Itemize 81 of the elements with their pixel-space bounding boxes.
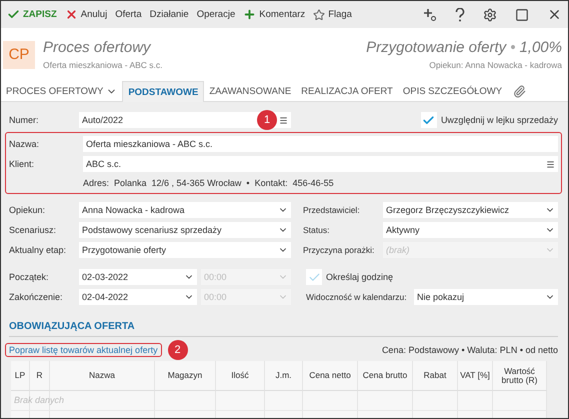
stage-percent: 1,00% bbox=[519, 39, 562, 56]
date-field[interactable]: 02-04-2022 bbox=[79, 289, 197, 305]
field-label: Przedstawiciel: bbox=[303, 205, 361, 215]
select-field[interactable]: Anna Nowacka - kadrowa bbox=[79, 202, 291, 218]
checkbox-label: Określaj godzinę bbox=[326, 272, 394, 282]
close-icon bbox=[64, 8, 78, 21]
column-header: Cena brutto bbox=[358, 361, 413, 391]
field-label: Opiekun: bbox=[9, 205, 46, 215]
field-label: Aktualny etap: bbox=[9, 245, 68, 255]
date-field[interactable]: 02-03-2022 bbox=[79, 269, 197, 285]
table-cell bbox=[155, 391, 216, 411]
help-icon[interactable] bbox=[455, 8, 465, 22]
address-text: Adres: Polanka 12/6 , 54-365 Wrocław • Kontakt: 456-46-55 bbox=[82, 177, 335, 190]
select-field[interactable]: Podstawowy scenariusz sprzedaży bbox=[79, 222, 291, 238]
stage-name: Przygotowanie oferty bbox=[366, 39, 506, 56]
page-title: Proces ofertowy bbox=[43, 39, 152, 56]
settings-icon[interactable] bbox=[483, 8, 497, 22]
toolbar-button[interactable]: Flaga bbox=[313, 8, 352, 20]
column-header: LP bbox=[11, 361, 30, 391]
table-cell bbox=[413, 391, 458, 411]
step-marker: 1 bbox=[257, 110, 277, 130]
maximize-icon[interactable] bbox=[515, 8, 529, 22]
toolbar-button[interactable]: Operacje bbox=[196, 9, 236, 20]
checkbox[interactable] bbox=[420, 112, 437, 128]
section-heading: OBOWIĄZUJĄCA OFERTA bbox=[9, 321, 558, 337]
star-icon bbox=[313, 8, 326, 20]
add-option-icon[interactable] bbox=[423, 8, 437, 22]
table-cell bbox=[303, 391, 358, 411]
step-marker: 2 bbox=[168, 340, 188, 360]
field-label: Klient: bbox=[9, 159, 36, 169]
close-icon[interactable] bbox=[547, 7, 562, 22]
check-icon bbox=[422, 114, 436, 126]
table-cell bbox=[265, 391, 303, 411]
table-cell bbox=[358, 391, 413, 411]
column-header: VAT [%] bbox=[458, 361, 493, 391]
name-field[interactable]: Oferta mieszkaniowa - ABC s.c. bbox=[83, 136, 558, 152]
number-field[interactable]: Auto/2022 1 bbox=[79, 112, 291, 128]
field-label: Status: bbox=[303, 225, 330, 235]
check-icon bbox=[308, 270, 320, 284]
checkbox-label: Uwzględnij w lejku sprzedaży bbox=[440, 115, 558, 125]
column-header: Magazyn bbox=[155, 361, 216, 391]
column-header: R bbox=[30, 361, 50, 391]
toolbar-button[interactable]: Oferta bbox=[115, 9, 142, 20]
field-label: Początek: bbox=[9, 272, 50, 282]
select-field[interactable]: Przygotowanie oferty bbox=[79, 242, 291, 258]
column-header: Ilość bbox=[216, 361, 265, 391]
toolbar-button[interactable]: ZAPISZ bbox=[7, 8, 57, 21]
toolbar-button[interactable]: Działanie bbox=[150, 9, 189, 20]
column-header: Cena netto bbox=[303, 361, 358, 391]
field-label: Przyczyna porażki: bbox=[303, 245, 376, 255]
client-field[interactable]: ABC s.c. bbox=[83, 156, 558, 172]
select-field[interactable]: Nie pokazuj bbox=[414, 289, 558, 305]
table-cell bbox=[493, 391, 547, 411]
field-label: Widoczność w kalendarzu: bbox=[306, 292, 408, 302]
tab[interactable]: PODSTAWOWE bbox=[122, 81, 204, 102]
separator-dot: • bbox=[510, 39, 516, 56]
table-cell bbox=[458, 391, 493, 411]
column-header: J.m. bbox=[265, 361, 303, 391]
empty-text: Brak danych bbox=[14, 395, 64, 405]
field-label: Zakończenie: bbox=[9, 292, 64, 302]
placeholder-text: (brak) bbox=[386, 245, 411, 255]
menu-icon[interactable] bbox=[279, 116, 288, 124]
avatar: CP bbox=[3, 40, 35, 68]
check-icon bbox=[7, 8, 20, 21]
menu-icon[interactable] bbox=[546, 160, 555, 168]
field-label: Numer: bbox=[9, 115, 40, 125]
field-label: Nazwa: bbox=[9, 139, 40, 149]
select-field[interactable]: Aktywny bbox=[383, 222, 558, 238]
fix-list-link[interactable]: Popraw listę towarów aktualnej oferty bbox=[5, 343, 162, 357]
toolbar-button[interactable]: Anuluj bbox=[64, 8, 108, 21]
price-info: Cena: Podstawowy • Waluta: PLN • od netto bbox=[382, 345, 558, 355]
field-label: Scenariusz: bbox=[9, 225, 58, 235]
plus-icon bbox=[243, 8, 256, 21]
select-field[interactable]: Grzegorz Brzęczyszczykiewicz bbox=[383, 202, 558, 218]
table-cell bbox=[216, 391, 265, 411]
page-subtitle: Oferta mieszkaniowa - ABC s.c. bbox=[43, 60, 164, 70]
column-header: Rabat bbox=[413, 361, 458, 391]
column-header: Wartość brutto (R) bbox=[493, 361, 547, 391]
toolbar-button[interactable]: Komentarz bbox=[243, 8, 306, 21]
column-header: Nazwa bbox=[50, 361, 155, 391]
owner-text: Opiekun: Anna Nowacka - kadrowa bbox=[429, 60, 562, 70]
